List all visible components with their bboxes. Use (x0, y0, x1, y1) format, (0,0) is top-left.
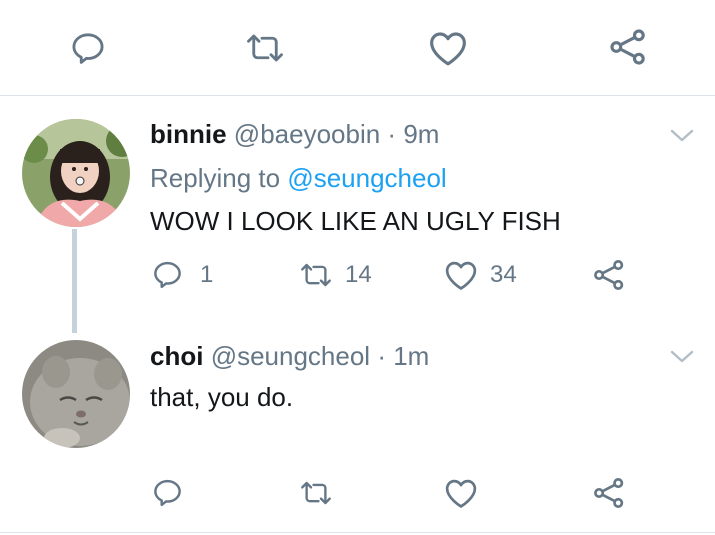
retweet-count: 14 (345, 261, 372, 288)
like-icon (445, 261, 477, 290)
chevron-down-icon[interactable] (668, 346, 696, 366)
user-handle[interactable]: @seungcheol (211, 341, 370, 371)
retweet-action[interactable]: 14 (298, 260, 372, 290)
top-share-action[interactable] (608, 27, 648, 67)
tweet-text: that, you do. (150, 382, 294, 412)
share-icon (594, 478, 624, 508)
tweet-header: binnie @baeyoobin · 9m (150, 121, 439, 147)
top-reply-action[interactable] (70, 30, 119, 66)
share-icon (610, 29, 645, 65)
replying-to: Replying to @seungcheol (150, 165, 447, 191)
top-retweet-action[interactable] (245, 30, 298, 66)
top-like-action[interactable] (428, 29, 481, 67)
share-icon (594, 260, 624, 290)
retweet-icon (301, 481, 331, 505)
display-name[interactable]: binnie (150, 119, 227, 149)
thread-line (72, 229, 77, 333)
reply-icon (72, 33, 104, 64)
chevron-down-icon[interactable] (668, 125, 696, 145)
user-handle[interactable]: @baeyoobin (234, 119, 380, 149)
timestamp[interactable]: 1m (393, 341, 429, 371)
tweet-text: WOW I LOOK LIKE AN UGLY FISH (150, 206, 561, 236)
reply-icon (154, 261, 181, 289)
like-icon (445, 479, 477, 508)
avatar-image (22, 340, 130, 448)
avatar[interactable] (22, 119, 130, 227)
reply-action[interactable]: 1 (152, 259, 213, 290)
retweet-action[interactable] (298, 478, 347, 508)
replying-to-label: Replying to (150, 163, 281, 193)
retweet-icon (247, 34, 283, 62)
separator-dot: · (387, 119, 397, 149)
reply-action[interactable] (152, 477, 196, 508)
reply-count: 1 (200, 260, 214, 288)
avatar[interactable] (22, 340, 130, 448)
avatar-image (22, 119, 130, 227)
like-action[interactable]: 34 (444, 259, 517, 291)
retweet-icon (301, 263, 331, 287)
display-name[interactable]: choi (150, 341, 203, 371)
divider (0, 95, 715, 96)
divider (0, 532, 715, 533)
share-action[interactable] (592, 476, 626, 510)
separator-dot: · (377, 341, 386, 371)
timestamp[interactable]: 9m (403, 119, 439, 149)
like-count: 34 (490, 261, 517, 288)
tweet-header: choi @seungcheol · 1m (150, 343, 429, 369)
share-action[interactable] (592, 258, 626, 292)
reply-icon (154, 479, 181, 507)
like-action[interactable] (444, 477, 491, 509)
mention-link[interactable]: @seungcheol (287, 163, 446, 193)
like-icon (430, 32, 466, 66)
